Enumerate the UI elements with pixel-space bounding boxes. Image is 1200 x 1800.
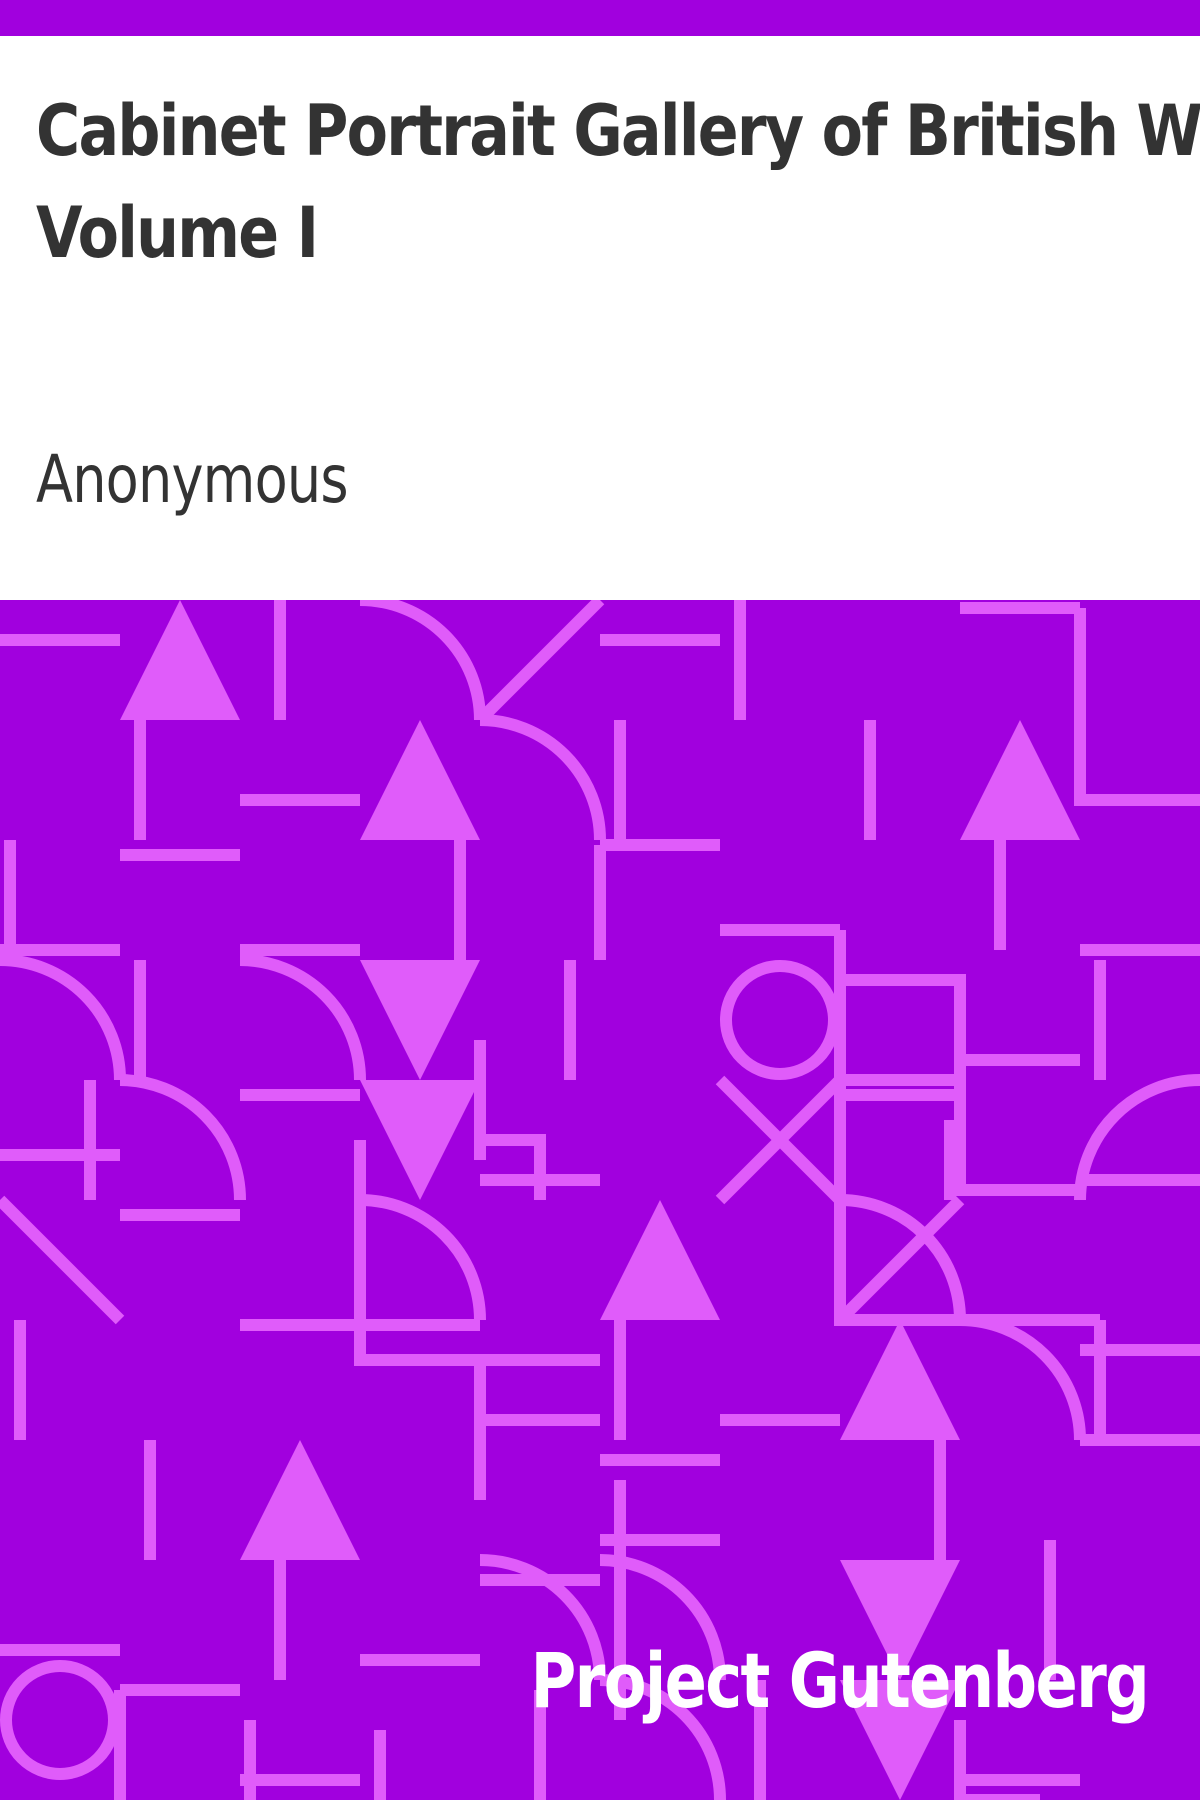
publisher-name: Project Gutenberg bbox=[530, 1636, 1149, 1725]
geometric-pattern-art bbox=[0, 600, 1200, 1800]
book-title: Cabinet Portrait Gallery of British Wort… bbox=[36, 80, 1200, 284]
book-title-line-2: Volume I bbox=[36, 192, 319, 274]
book-cover: Cabinet Portrait Gallery of British Wort… bbox=[0, 0, 1200, 1800]
book-author: Anonymous bbox=[36, 441, 349, 518]
book-title-line-1: Cabinet Portrait Gallery of British Wort… bbox=[36, 90, 1200, 172]
geometric-pattern-panel bbox=[0, 600, 1200, 1800]
top-color-band bbox=[0, 0, 1200, 36]
